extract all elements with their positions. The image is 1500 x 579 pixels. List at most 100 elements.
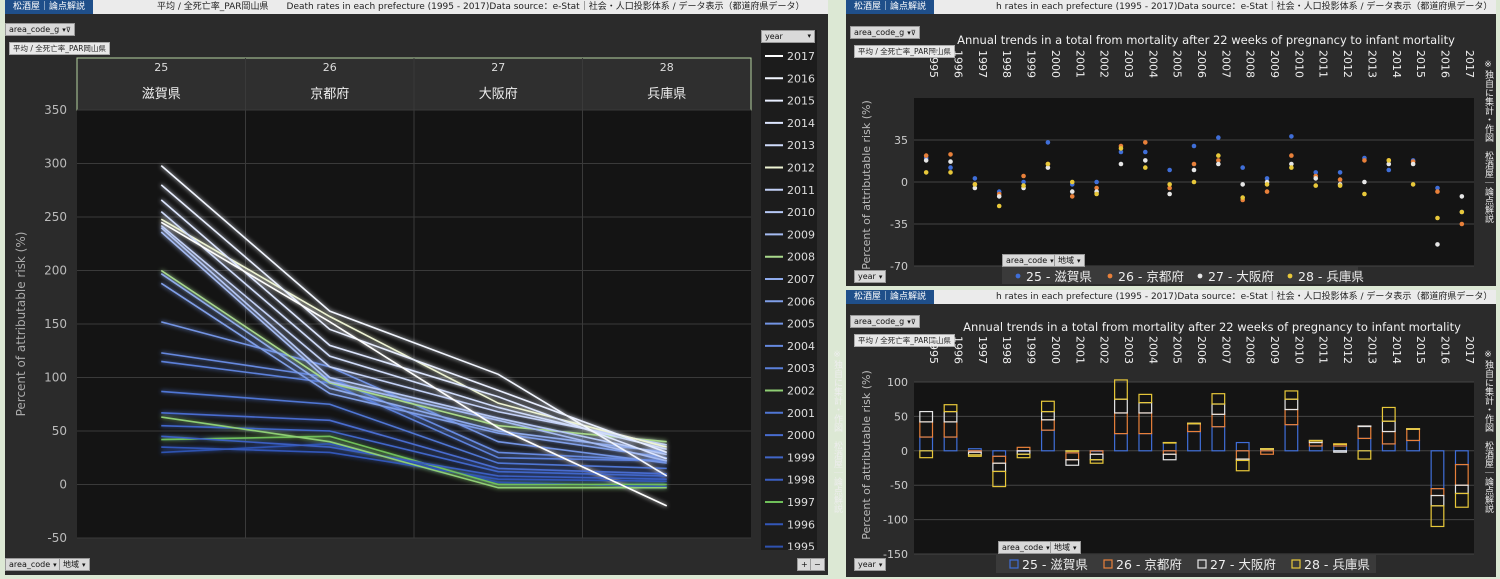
scatter-point[interactable] bbox=[1313, 176, 1319, 181]
scatter-point[interactable] bbox=[1143, 149, 1148, 155]
scatter-point[interactable] bbox=[1191, 143, 1197, 149]
year-filter-button[interactable]: year ▾ bbox=[854, 558, 887, 571]
legend-label-1999[interactable]: 1999 bbox=[787, 451, 815, 464]
legend-label-2015[interactable]: 2015 bbox=[787, 95, 815, 108]
legend-label-1998[interactable]: 1998 bbox=[787, 474, 815, 487]
scatter-point[interactable] bbox=[1069, 179, 1075, 185]
scatter-point[interactable] bbox=[1021, 183, 1026, 188]
scatter-point[interactable] bbox=[948, 152, 953, 157]
scatter-point[interactable] bbox=[1435, 215, 1440, 221]
scatter-point[interactable] bbox=[1167, 167, 1172, 173]
year-filter-button[interactable]: year ▾ bbox=[854, 270, 887, 283]
scatter-point[interactable] bbox=[1410, 182, 1416, 187]
scatter-point[interactable] bbox=[1362, 179, 1367, 185]
scatter-point[interactable] bbox=[1094, 179, 1099, 185]
scatter-point[interactable] bbox=[923, 170, 929, 175]
scatter-point[interactable] bbox=[1045, 161, 1051, 167]
scatter-point[interactable] bbox=[1021, 173, 1026, 179]
scatter-point[interactable] bbox=[1289, 153, 1294, 158]
scatter-point[interactable] bbox=[1143, 140, 1148, 145]
legend-label[interactable]: 25 - 滋賀県 bbox=[1026, 269, 1092, 284]
scatter-point[interactable] bbox=[1459, 209, 1465, 215]
scatter-point[interactable] bbox=[1362, 158, 1367, 163]
legend-label-1995[interactable]: 1995 bbox=[787, 541, 815, 550]
scatter-point[interactable] bbox=[972, 176, 978, 181]
scatter-point[interactable] bbox=[1337, 183, 1343, 188]
scatter-point[interactable] bbox=[1459, 194, 1465, 199]
legend-label-2017[interactable]: 2017 bbox=[787, 50, 815, 63]
stacked-bar-segment[interactable] bbox=[1406, 428, 1421, 430]
legend-label-2010[interactable]: 2010 bbox=[787, 206, 815, 219]
zoom-out-button[interactable]: − bbox=[810, 558, 825, 571]
legend-label[interactable]: 27 - 大阪府 bbox=[1208, 269, 1274, 284]
legend-label-2008[interactable]: 2008 bbox=[787, 251, 815, 264]
legend-label[interactable]: 26 - 京都府 bbox=[1118, 269, 1184, 284]
legend-label-2001[interactable]: 2001 bbox=[787, 407, 815, 420]
bottom-area-code-button[interactable]: area_code ▾ bbox=[998, 541, 1054, 554]
legend-label-2012[interactable]: 2012 bbox=[787, 162, 815, 175]
scatter-point[interactable] bbox=[948, 159, 953, 164]
scatter-point[interactable] bbox=[1240, 195, 1245, 200]
legend-label-1996[interactable]: 1996 bbox=[787, 518, 815, 531]
scatter-point[interactable] bbox=[1191, 161, 1197, 167]
legend-label-2016[interactable]: 2016 bbox=[787, 72, 815, 85]
scatter-point[interactable] bbox=[1386, 167, 1392, 173]
legend-label[interactable]: 26 - 京都府 bbox=[1116, 557, 1182, 572]
scatter-point[interactable] bbox=[1313, 183, 1319, 188]
legend-label-2006[interactable]: 2006 bbox=[787, 295, 815, 308]
legend-label-2004[interactable]: 2004 bbox=[787, 340, 815, 353]
bottom-area-code-button[interactable]: area_code ▾ bbox=[5, 558, 61, 571]
scatter-point[interactable] bbox=[1045, 140, 1051, 145]
scatter-point[interactable] bbox=[1069, 189, 1075, 194]
scatter-point[interactable] bbox=[1216, 161, 1221, 167]
stacked-bar-segment[interactable] bbox=[1260, 448, 1274, 450]
scatter-point[interactable] bbox=[972, 182, 978, 187]
scatter-point[interactable] bbox=[1435, 189, 1440, 194]
stacked-bar-segment[interactable] bbox=[1162, 441, 1177, 444]
scatter-point[interactable] bbox=[1435, 242, 1440, 247]
scatter-point[interactable] bbox=[1337, 177, 1343, 182]
legend-label-2014[interactable]: 2014 bbox=[787, 117, 815, 130]
legend-label[interactable]: 28 - 兵庫県 bbox=[1304, 557, 1370, 572]
legend-label[interactable]: 28 - 兵庫県 bbox=[1298, 269, 1364, 284]
legend-label-2005[interactable]: 2005 bbox=[787, 318, 815, 331]
scatter-point[interactable] bbox=[1191, 179, 1197, 185]
scatter-point[interactable] bbox=[1240, 182, 1245, 187]
scatter-point[interactable] bbox=[1216, 153, 1221, 158]
stacked-bar-segment[interactable] bbox=[1333, 443, 1348, 446]
scatter-point[interactable] bbox=[1264, 182, 1270, 187]
legend-label-2007[interactable]: 2007 bbox=[787, 273, 815, 286]
scatter-point[interactable] bbox=[1118, 161, 1124, 167]
scatter-point[interactable] bbox=[1143, 165, 1148, 170]
scatter-point[interactable] bbox=[1118, 146, 1124, 151]
legend-label-2003[interactable]: 2003 bbox=[787, 362, 815, 375]
scatter-point[interactable] bbox=[1216, 135, 1221, 140]
legend-label-1997[interactable]: 1997 bbox=[787, 496, 815, 509]
scatter-point[interactable] bbox=[1191, 167, 1197, 173]
stacked-bar-segment[interactable] bbox=[1357, 425, 1372, 428]
legend-label-2011[interactable]: 2011 bbox=[787, 184, 815, 197]
legend-label-2002[interactable]: 2002 bbox=[787, 385, 815, 398]
stacked-bar-segment[interactable] bbox=[1065, 450, 1080, 452]
scatter-point[interactable] bbox=[948, 170, 953, 175]
scatter-point[interactable] bbox=[1410, 161, 1416, 167]
scatter-point[interactable] bbox=[1337, 170, 1343, 175]
legend-label[interactable]: 25 - 滋賀県 bbox=[1022, 557, 1088, 572]
bottom-region-button[interactable]: 地域 ▾ bbox=[1054, 254, 1085, 267]
scatter-point[interactable] bbox=[996, 194, 1002, 199]
scatter-point[interactable] bbox=[1386, 158, 1392, 163]
scatter-point[interactable] bbox=[1143, 158, 1148, 163]
scatter-point[interactable] bbox=[996, 203, 1002, 209]
scatter-point[interactable] bbox=[1289, 165, 1294, 170]
bottom-area-code-button[interactable]: area_code ▾ bbox=[1002, 254, 1058, 267]
scatter-point[interactable] bbox=[1459, 221, 1465, 227]
legend-label[interactable]: 27 - 大阪府 bbox=[1210, 557, 1276, 572]
scatter-point[interactable] bbox=[1264, 189, 1270, 194]
stacked-bar-segment[interactable] bbox=[1187, 422, 1201, 425]
scatter-point[interactable] bbox=[1167, 182, 1172, 187]
scatter-point[interactable] bbox=[1362, 191, 1367, 197]
legend-label-2000[interactable]: 2000 bbox=[787, 429, 815, 442]
scatter-point[interactable] bbox=[1069, 194, 1075, 199]
bottom-region-button[interactable]: 地域 ▾ bbox=[1050, 541, 1081, 554]
scatter-point[interactable] bbox=[948, 165, 953, 170]
